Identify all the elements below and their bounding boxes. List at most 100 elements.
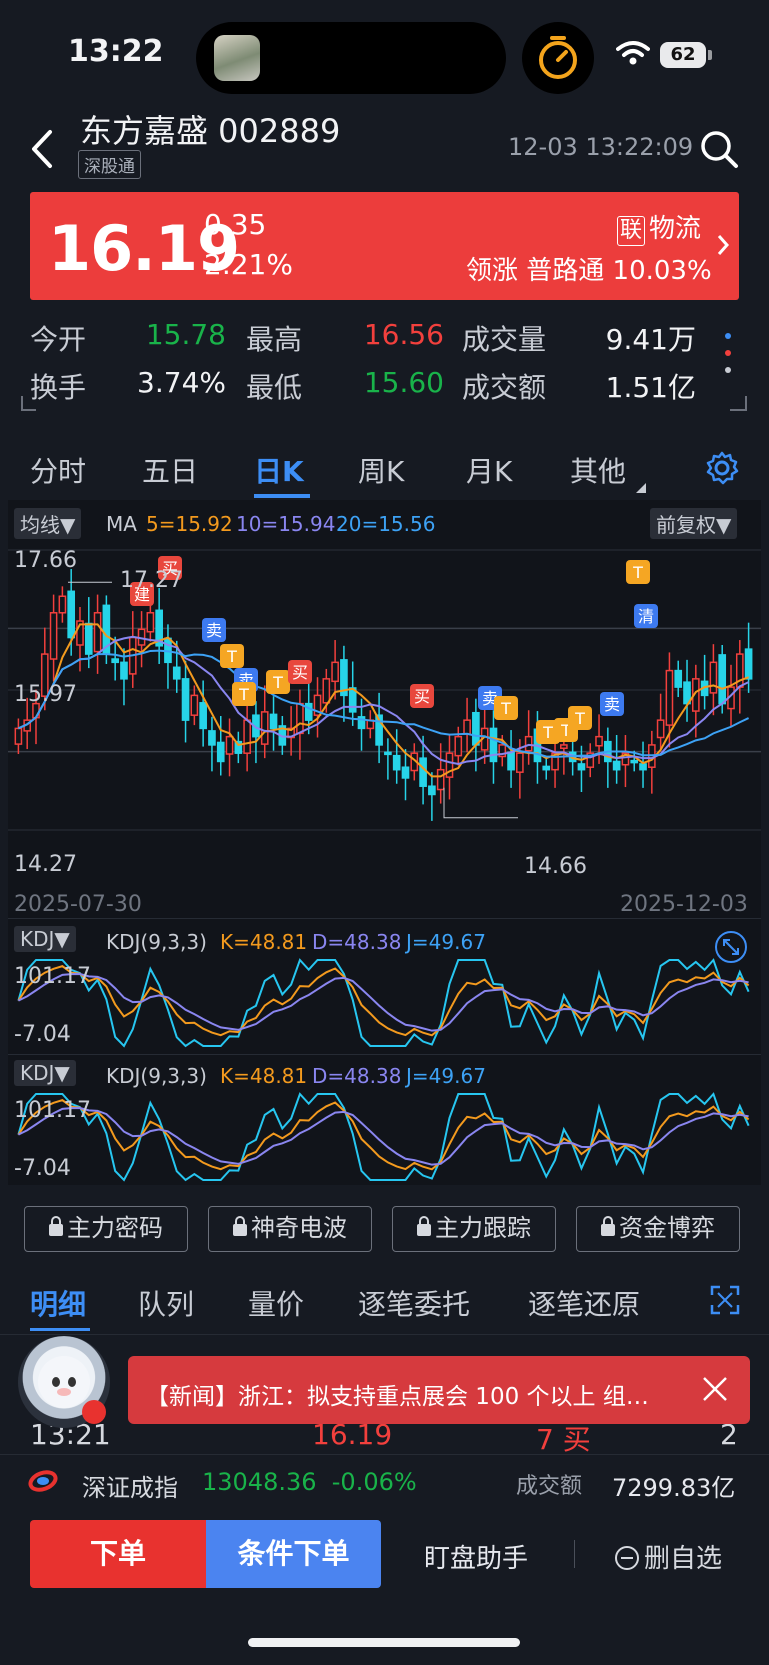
ma-label: MA [106, 512, 137, 536]
candle [516, 752, 524, 773]
kdj-line [17, 1107, 749, 1166]
tab-five-day[interactable]: 五日 [142, 450, 198, 490]
candle [630, 759, 639, 764]
candle [199, 702, 207, 730]
lock-icon [49, 1216, 63, 1236]
candle [718, 654, 727, 705]
candle [639, 763, 647, 771]
tab-tick-restore[interactable]: 逐笔还原 [528, 1283, 640, 1323]
tab-daily-k[interactable]: 日K [254, 450, 304, 490]
index-name[interactable]: 深证成指 [82, 1468, 178, 1503]
tab-weekly-k[interactable]: 周K [358, 450, 404, 490]
high-annotation: 17.27 [120, 568, 183, 593]
button-label: 神奇电波 [251, 1214, 347, 1242]
button-label: 主力跟踪 [435, 1214, 531, 1242]
conditional-order-button[interactable]: 条件下单 [206, 1520, 381, 1588]
tab-detail[interactable]: 明细 [30, 1283, 86, 1323]
svg-text:T: T [238, 685, 249, 704]
gear-icon[interactable] [704, 450, 740, 490]
place-order-button[interactable]: 下单 [30, 1520, 206, 1588]
sector-link[interactable]: 联物流 [617, 208, 701, 246]
tab-queue[interactable]: 队列 [138, 1283, 194, 1323]
candle [507, 751, 515, 771]
kdj-k-1: K=48.81 [220, 930, 308, 954]
kdj-k-2: K=48.81 [220, 1064, 308, 1088]
candle [322, 678, 331, 704]
candle [709, 661, 718, 694]
index-value: 13048.36 -0.06% [202, 1468, 417, 1496]
index-amount-label: 成交额 [516, 1474, 583, 1499]
candle [542, 765, 551, 771]
kdj1-y-top: 101.17 [14, 964, 91, 989]
kdj2-y-bottom: -7.04 [14, 1156, 71, 1181]
fund-game-button[interactable]: 资金博弈 [576, 1206, 740, 1252]
tab-intraday[interactable]: 分时 [30, 450, 86, 490]
magic-wave-button[interactable]: 神奇电波 [208, 1206, 372, 1252]
candle [436, 768, 445, 791]
low-label: 最低 [246, 371, 303, 404]
svg-text:T: T [500, 699, 511, 718]
more-dots-icon[interactable] [722, 330, 734, 376]
divider [8, 918, 761, 919]
turnover-value: 3.74% [137, 366, 226, 399]
candle [216, 741, 225, 763]
svg-text:T: T [542, 723, 553, 742]
assistant-avatar[interactable] [18, 1336, 110, 1428]
candle [146, 612, 155, 633]
tab-other[interactable]: 其他 [570, 450, 626, 490]
search-icon[interactable] [698, 128, 740, 170]
svg-text:T: T [272, 673, 283, 692]
trade-marker: 买 [288, 660, 312, 684]
watch-assistant-button[interactable]: 盯盘助手 [424, 1538, 528, 1575]
kdj-selector-2[interactable]: KDJ▼ [14, 1060, 76, 1086]
svg-text:T: T [574, 709, 585, 728]
kdj2-y-top: 101.17 [14, 1098, 91, 1123]
trade-marker: T [232, 682, 256, 706]
trade-marker: T [494, 696, 518, 720]
candle [595, 735, 603, 747]
price-change-pct: 2.21% [204, 248, 293, 281]
adjust-selector[interactable]: 前复权▼ [650, 508, 738, 539]
ma-selector[interactable]: 均线▼ [14, 508, 82, 539]
amount-value: 1.51亿 [605, 371, 696, 404]
candle [260, 711, 269, 745]
trade-volume: 7 买 [536, 1423, 591, 1456]
kdj-chart-1[interactable] [8, 954, 761, 1054]
candle [419, 757, 427, 787]
candle [472, 711, 480, 746]
candle [225, 735, 234, 755]
sector-leader: 领涨 普路通 10.03% [466, 256, 712, 286]
svg-text:卖: 卖 [206, 621, 222, 640]
open-label: 今开 [30, 323, 87, 356]
candle [49, 612, 58, 660]
candle [269, 713, 278, 730]
lock-icon [233, 1216, 247, 1236]
kdj-line [17, 973, 749, 1032]
candle [111, 658, 120, 664]
candle [674, 669, 683, 688]
remove-watchlist-button[interactable]: 删自选 [614, 1538, 722, 1575]
kdj-selector-1[interactable]: KDJ▼ [14, 926, 76, 952]
back-button[interactable] [22, 124, 62, 174]
close-icon[interactable] [700, 1374, 730, 1408]
candle [612, 760, 621, 771]
svg-text:买: 买 [414, 687, 430, 706]
main-force-code-button[interactable]: 主力密码 [24, 1206, 188, 1252]
candle [172, 666, 181, 680]
candle [489, 727, 498, 763]
candle [243, 719, 251, 754]
candle [190, 694, 199, 716]
news-text[interactable]: 【新闻】浙江：拟支持重点展会 100 个以上 组… [146, 1377, 686, 1411]
tab-order-by-order[interactable]: 逐笔委托 [358, 1283, 470, 1323]
kdj-chart-2[interactable] [8, 1088, 761, 1188]
chevron-right-icon[interactable] [716, 232, 730, 264]
candle [577, 763, 586, 771]
battery-nub [708, 50, 712, 60]
tab-volume-price[interactable]: 量价 [248, 1283, 304, 1323]
main-force-track-button[interactable]: 主力跟踪 [392, 1206, 556, 1252]
kdj-line [17, 958, 750, 1048]
fullscreen-icon[interactable] [710, 1285, 740, 1319]
ma20-legend: 20=15.56 [336, 512, 436, 536]
tab-monthly-k[interactable]: 月K [466, 450, 512, 490]
date-start: 2025-07-30 [14, 892, 142, 917]
